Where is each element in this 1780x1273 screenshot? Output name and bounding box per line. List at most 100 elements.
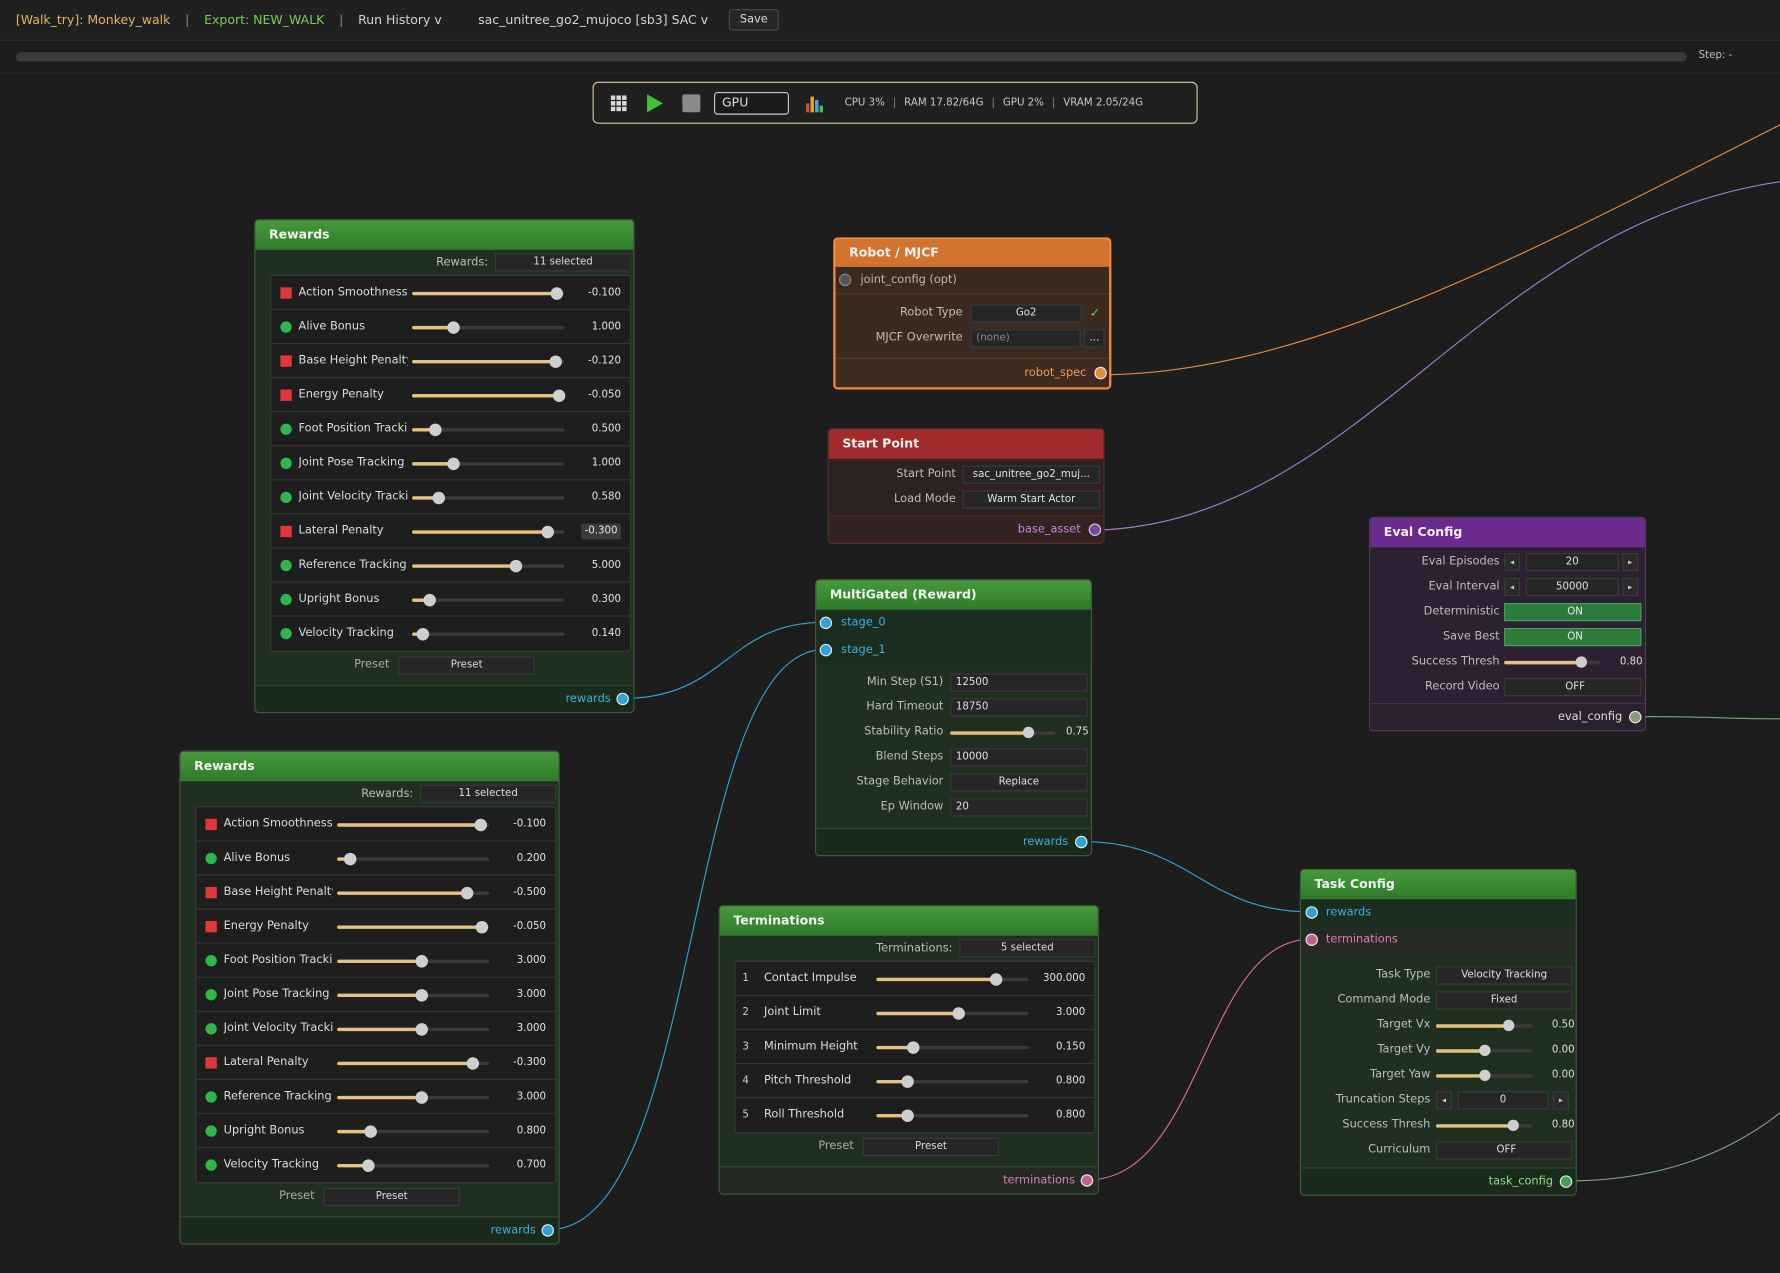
reward-row[interactable]: Action Smoothness -0.100 xyxy=(196,807,556,842)
bonus-indicator[interactable] xyxy=(280,491,292,504)
reward-row[interactable]: Alive Bonus 1.000 xyxy=(271,310,631,345)
reward-slider[interactable] xyxy=(337,886,490,900)
slider-thumb[interactable] xyxy=(541,525,555,539)
reward-row[interactable]: Lateral Penalty -0.300 xyxy=(196,1046,556,1080)
run-history-dropdown[interactable]: Run History v xyxy=(358,12,442,27)
save-best-toggle[interactable]: ON xyxy=(1504,627,1642,647)
robot-type-select[interactable]: Go2 xyxy=(970,304,1082,323)
reward-value[interactable]: -0.500 xyxy=(513,876,546,910)
slider-thumb[interactable] xyxy=(952,1007,966,1020)
reward-row[interactable]: Joint Pose Tracking 3.000 xyxy=(196,978,556,1012)
reward-slider[interactable] xyxy=(412,491,565,505)
success-thresh-slider[interactable] xyxy=(1436,1119,1533,1132)
bonus-indicator[interactable] xyxy=(280,457,292,469)
reward-row[interactable]: Base Height Penalty -0.500 xyxy=(196,876,556,910)
reward-value[interactable]: 0.580 xyxy=(592,480,621,514)
output-port[interactable] xyxy=(1559,1175,1573,1188)
bonus-indicator[interactable] xyxy=(205,1125,217,1137)
reward-value[interactable]: -0.050 xyxy=(513,910,546,944)
mjcf-input[interactable]: (none) xyxy=(970,329,1081,348)
task-config-node[interactable]: Task Config rewards terminations Task Ty… xyxy=(1299,868,1577,1196)
reward-value[interactable]: 5.000 xyxy=(592,548,621,582)
reward-value[interactable]: 0.500 xyxy=(592,412,621,446)
reward-value[interactable]: 3.000 xyxy=(517,1012,546,1046)
termination-value[interactable]: 0.800 xyxy=(1056,1098,1085,1132)
decrement-button[interactable]: ◂ xyxy=(1504,578,1521,597)
termination-slider[interactable] xyxy=(876,1041,1029,1054)
termination-value[interactable]: 3.000 xyxy=(1056,996,1085,1030)
target-yaw-slider[interactable] xyxy=(1436,1069,1533,1082)
output-port[interactable] xyxy=(1094,366,1107,380)
reward-row[interactable]: Action Smoothness -0.100 xyxy=(271,276,631,311)
slider-thumb[interactable] xyxy=(1022,726,1035,739)
stop-icon[interactable] xyxy=(678,89,705,116)
eval-config-node[interactable]: Eval Config Eval Episodes ◂ 20 ▸ Eval In… xyxy=(1369,516,1647,732)
penalty-indicator[interactable] xyxy=(280,525,292,538)
reward-value[interactable]: 0.700 xyxy=(517,1148,546,1182)
target-vx-slider[interactable] xyxy=(1436,1019,1533,1032)
slider-thumb[interactable] xyxy=(432,491,445,505)
hard-timeout-input[interactable]: 18750 xyxy=(950,698,1088,717)
deterministic-toggle[interactable]: ON xyxy=(1504,602,1642,622)
bonus-indicator[interactable] xyxy=(280,559,292,572)
task-type-select[interactable]: Velocity Tracking xyxy=(1436,966,1573,985)
terminations-selector[interactable]: 5 selected xyxy=(959,939,1096,958)
reward-value[interactable]: 3.000 xyxy=(517,1080,546,1114)
reward-value[interactable]: 3.000 xyxy=(517,978,546,1012)
reward-slider[interactable] xyxy=(412,423,565,437)
output-port[interactable] xyxy=(541,1224,554,1237)
reward-slider[interactable] xyxy=(337,1057,490,1070)
reward-slider[interactable] xyxy=(337,1159,490,1172)
node-title[interactable]: Rewards xyxy=(255,220,634,250)
termination-slider[interactable] xyxy=(876,1075,1029,1088)
truncation-steps-input[interactable]: 0 xyxy=(1457,1091,1549,1110)
bonus-indicator[interactable] xyxy=(280,627,292,640)
blend-steps-input[interactable]: 10000 xyxy=(950,748,1088,767)
increment-button[interactable]: ▸ xyxy=(1622,578,1639,597)
slider-thumb[interactable] xyxy=(989,973,1002,986)
output-port[interactable] xyxy=(616,692,629,706)
slider-thumb[interactable] xyxy=(901,1075,914,1088)
node-title[interactable]: Eval Config xyxy=(1370,517,1645,548)
termination-value[interactable]: 300.000 xyxy=(1043,962,1085,996)
reward-row[interactable]: Upright Bonus 0.800 xyxy=(196,1114,556,1149)
bonus-indicator[interactable] xyxy=(205,1023,217,1035)
command-mode-select[interactable]: Fixed xyxy=(1436,991,1573,1010)
bonus-indicator[interactable] xyxy=(280,321,292,333)
reward-value[interactable]: -0.050 xyxy=(588,378,621,412)
slider-thumb[interactable] xyxy=(361,1159,375,1172)
input-port[interactable] xyxy=(1305,933,1318,946)
reward-value[interactable]: -0.300 xyxy=(581,523,621,540)
slider-thumb[interactable] xyxy=(475,920,489,934)
reward-slider[interactable] xyxy=(337,955,490,968)
slider-thumb[interactable] xyxy=(415,1091,428,1104)
bonus-indicator[interactable] xyxy=(280,423,292,435)
slider-thumb[interactable] xyxy=(1507,1119,1519,1132)
slider-thumb[interactable] xyxy=(907,1041,920,1054)
reward-slider[interactable] xyxy=(337,852,490,866)
output-port[interactable] xyxy=(1088,523,1102,536)
rewards-selector[interactable]: 11 selected xyxy=(420,784,557,803)
penalty-indicator[interactable] xyxy=(205,886,217,899)
penalty-indicator[interactable] xyxy=(205,1057,217,1069)
reward-row[interactable]: Energy Penalty -0.050 xyxy=(196,910,556,944)
termination-value[interactable]: 0.150 xyxy=(1056,1030,1085,1064)
penalty-indicator[interactable] xyxy=(205,920,217,933)
eval-episodes-input[interactable]: 20 xyxy=(1525,553,1619,572)
reward-value[interactable]: 0.200 xyxy=(517,841,546,875)
reward-row[interactable]: Joint Pose Tracking 1.000 xyxy=(271,446,631,481)
reward-slider[interactable] xyxy=(412,559,565,573)
bonus-indicator[interactable] xyxy=(205,1159,217,1171)
stage-behavior-select[interactable]: Replace xyxy=(950,773,1088,792)
decrement-button[interactable]: ◂ xyxy=(1436,1091,1452,1110)
reward-value[interactable]: 1.000 xyxy=(592,310,621,344)
slider-thumb[interactable] xyxy=(466,1057,480,1070)
reward-row[interactable]: Alive Bonus 0.200 xyxy=(196,841,556,876)
slider-thumb[interactable] xyxy=(552,389,565,402)
min-step-input[interactable]: 12500 xyxy=(950,673,1088,692)
slider-thumb[interactable] xyxy=(423,593,436,607)
ep-window-input[interactable]: 20 xyxy=(950,798,1088,817)
bonus-indicator[interactable] xyxy=(205,955,217,967)
multigated-reward-node[interactable]: MultiGated (Reward) stage_0 stage_1 Min … xyxy=(815,579,1093,857)
rewards-node[interactable]: Rewards Rewards: 11 selected Action Smoo… xyxy=(179,750,560,1245)
